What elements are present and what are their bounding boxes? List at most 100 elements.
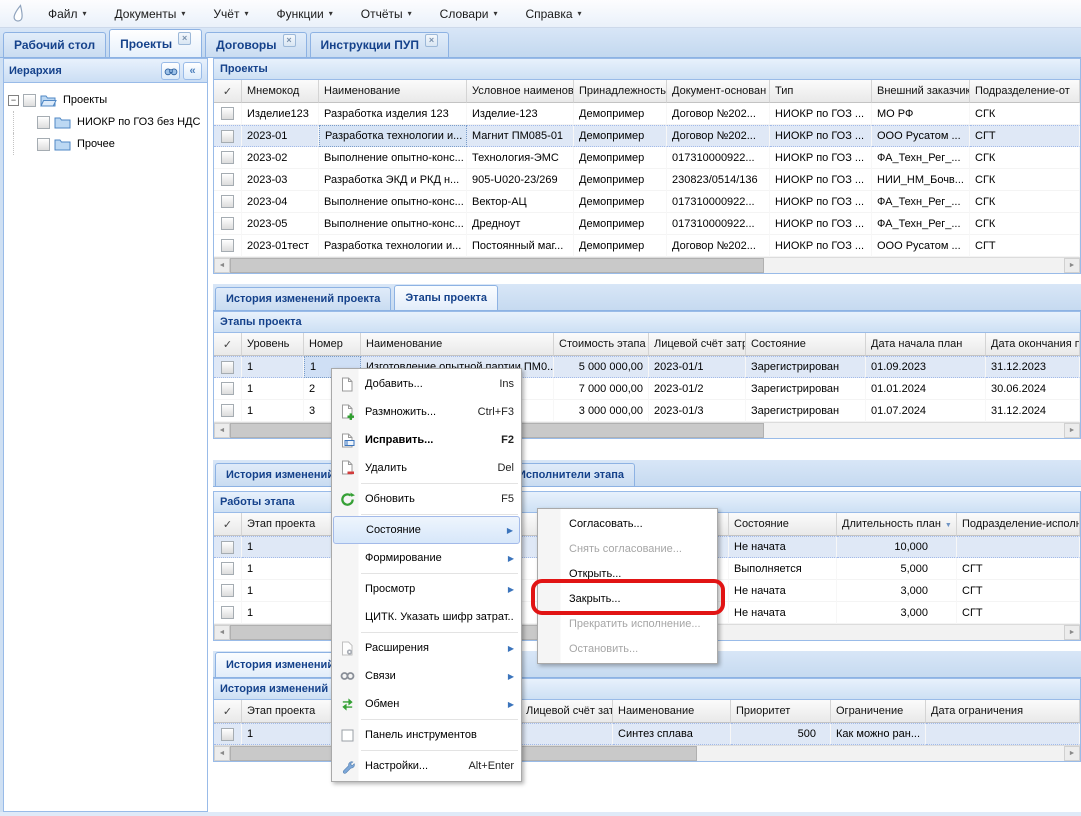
scroll-right-icon[interactable]: ►: [1064, 423, 1080, 438]
column-header[interactable]: Номер: [304, 333, 361, 356]
column-header[interactable]: Этап проекта: [242, 700, 342, 723]
table-row[interactable]: Изделие123 Разработка изделия 123 Издели…: [214, 103, 1080, 125]
menu-item-duplicate[interactable]: Размножить... Ctrl+F3: [333, 398, 520, 426]
table-row[interactable]: 2023-02 Выполнение опытно-конс... Технол…: [214, 147, 1080, 169]
column-header[interactable]: Дата начала план: [866, 333, 986, 356]
row-checkbox[interactable]: [221, 107, 234, 120]
menu-file[interactable]: Файл▾: [36, 3, 99, 25]
column-header[interactable]: Стоимость этапа: [554, 333, 649, 356]
submenu-item-approve[interactable]: Согласовать...: [539, 511, 716, 536]
tree-node-niokr[interactable]: НИОКР по ГОЗ без НДС: [6, 111, 205, 133]
row-checkbox[interactable]: [221, 195, 234, 208]
menu-item-view[interactable]: Просмотр ▶: [333, 575, 520, 603]
select-all-header[interactable]: ✓: [214, 700, 242, 723]
column-header[interactable]: Наименование: [319, 80, 467, 103]
row-checkbox[interactable]: [221, 130, 234, 143]
column-header[interactable]: Состояние: [746, 333, 866, 356]
column-header[interactable]: Ограничение: [831, 700, 926, 723]
tree-checkbox[interactable]: [37, 116, 50, 129]
column-header[interactable]: Документ-основан: [667, 80, 770, 103]
column-header[interactable]: Состояние: [729, 513, 837, 536]
menu-item-extensions[interactable]: Расширения ▶: [333, 634, 520, 662]
scroll-left-icon[interactable]: ◄: [214, 258, 230, 273]
select-all-header[interactable]: ✓: [214, 333, 242, 356]
menu-item-citk[interactable]: ЦИТК. Указать шифр затрат...: [333, 603, 520, 631]
menu-documents[interactable]: Документы▾: [103, 3, 198, 25]
column-header[interactable]: Подразделение-исполн: [957, 513, 1080, 536]
row-checkbox[interactable]: [221, 562, 234, 575]
column-header[interactable]: Наименование: [613, 700, 731, 723]
row-checkbox[interactable]: [221, 584, 234, 597]
tab-project-stages[interactable]: Этапы проекта: [394, 285, 498, 310]
collapse-panel-icon[interactable]: «: [183, 62, 202, 80]
tree-node-projects[interactable]: − Проекты: [6, 89, 205, 111]
column-header[interactable]: Уровень: [242, 333, 304, 356]
menu-dictionaries[interactable]: Словари▾: [428, 3, 510, 25]
row-checkbox[interactable]: [221, 606, 234, 619]
expander-minus-icon[interactable]: −: [8, 95, 19, 106]
table-row[interactable]: 2023-01тест Разработка технологии и... П…: [214, 235, 1080, 257]
menu-item-exchange[interactable]: Обмен ▶: [333, 690, 520, 718]
menu-item-links[interactable]: Связи ▶: [333, 662, 520, 690]
column-header[interactable]: Лицевой счёт затрат.: [649, 333, 746, 356]
column-header[interactable]: Дата ограничения: [926, 700, 1080, 723]
tab-instructions[interactable]: Инструкции ПУП×: [310, 32, 449, 57]
row-checkbox[interactable]: [221, 239, 234, 252]
column-header[interactable]: Лицевой счёт затр: [521, 700, 613, 723]
tree-checkbox[interactable]: [37, 138, 50, 151]
column-header[interactable]: Подразделение-от: [970, 80, 1080, 103]
scroll-right-icon[interactable]: ►: [1064, 746, 1080, 761]
submenu-item-open[interactable]: Открыть...: [539, 561, 716, 586]
menu-accounting[interactable]: Учёт▾: [201, 3, 260, 25]
menu-functions[interactable]: Функции▾: [264, 3, 344, 25]
table-row[interactable]: 2023-04 Выполнение опытно-конс... Вектор…: [214, 191, 1080, 213]
select-all-header[interactable]: ✓: [214, 513, 242, 536]
row-checkbox[interactable]: [221, 728, 234, 741]
tab-project-history[interactable]: История изменений проекта: [215, 287, 391, 310]
column-header-sorted[interactable]: Длительность план▼: [837, 513, 957, 536]
row-checkbox[interactable]: [221, 541, 234, 554]
table-row[interactable]: 2023-05 Выполнение опытно-конс... Дредно…: [214, 213, 1080, 235]
tab-desktop[interactable]: Рабочий стол: [3, 32, 106, 57]
tab-contracts[interactable]: Договоры×: [205, 32, 306, 57]
menu-item-settings[interactable]: Настройки... Alt+Enter: [333, 752, 520, 780]
menu-help[interactable]: Справка▾: [513, 3, 593, 25]
row-checkbox[interactable]: [221, 361, 234, 374]
tab-stage-executors[interactable]: Исполнители этапа: [507, 463, 635, 486]
menu-item-state[interactable]: Состояние ▶: [333, 516, 520, 544]
scroll-left-icon[interactable]: ◄: [214, 746, 230, 761]
column-header[interactable]: Приоритет: [731, 700, 831, 723]
menu-item-toolbar[interactable]: Панель инструментов: [333, 721, 520, 749]
table-row[interactable]: 2023-01 Разработка технологии и... Магни…: [214, 125, 1080, 147]
search-icon[interactable]: [161, 62, 180, 80]
scroll-left-icon[interactable]: ◄: [214, 625, 230, 640]
tree-node-other[interactable]: Прочее: [6, 133, 205, 155]
table-row[interactable]: 2023-03 Разработка ЭКД и РКД н... 905-U0…: [214, 169, 1080, 191]
row-checkbox[interactable]: [221, 404, 234, 417]
column-header[interactable]: Условное наименова: [467, 80, 574, 103]
scrollbar-thumb[interactable]: [230, 258, 764, 273]
scroll-left-icon[interactable]: ◄: [214, 423, 230, 438]
close-icon[interactable]: ×: [178, 32, 191, 45]
scroll-right-icon[interactable]: ►: [1064, 258, 1080, 273]
horizontal-scrollbar[interactable]: ◄ ►: [214, 257, 1080, 273]
column-header[interactable]: Этап проекта: [242, 513, 342, 536]
column-header[interactable]: Мнемокод: [242, 80, 319, 103]
scrollbar-track[interactable]: [230, 258, 1064, 273]
column-header[interactable]: Тип: [770, 80, 872, 103]
menu-item-add[interactable]: Добавить... Ins: [333, 370, 520, 398]
menu-item-formation[interactable]: Формирование ▶: [333, 544, 520, 572]
row-checkbox[interactable]: [221, 173, 234, 186]
menu-item-refresh[interactable]: Обновить F5: [333, 485, 520, 513]
row-checkbox[interactable]: [221, 382, 234, 395]
tree-checkbox[interactable]: [23, 94, 36, 107]
menu-item-delete[interactable]: Удалить Del: [333, 454, 520, 482]
scroll-right-icon[interactable]: ►: [1064, 625, 1080, 640]
close-icon[interactable]: ×: [283, 34, 296, 47]
row-checkbox[interactable]: [221, 151, 234, 164]
column-header[interactable]: Наименование: [361, 333, 554, 356]
select-all-header[interactable]: ✓: [214, 80, 242, 103]
tab-projects[interactable]: Проекты×: [109, 29, 202, 57]
column-header[interactable]: Принадлежность: [574, 80, 667, 103]
menu-item-edit[interactable]: Исправить... F2: [333, 426, 520, 454]
